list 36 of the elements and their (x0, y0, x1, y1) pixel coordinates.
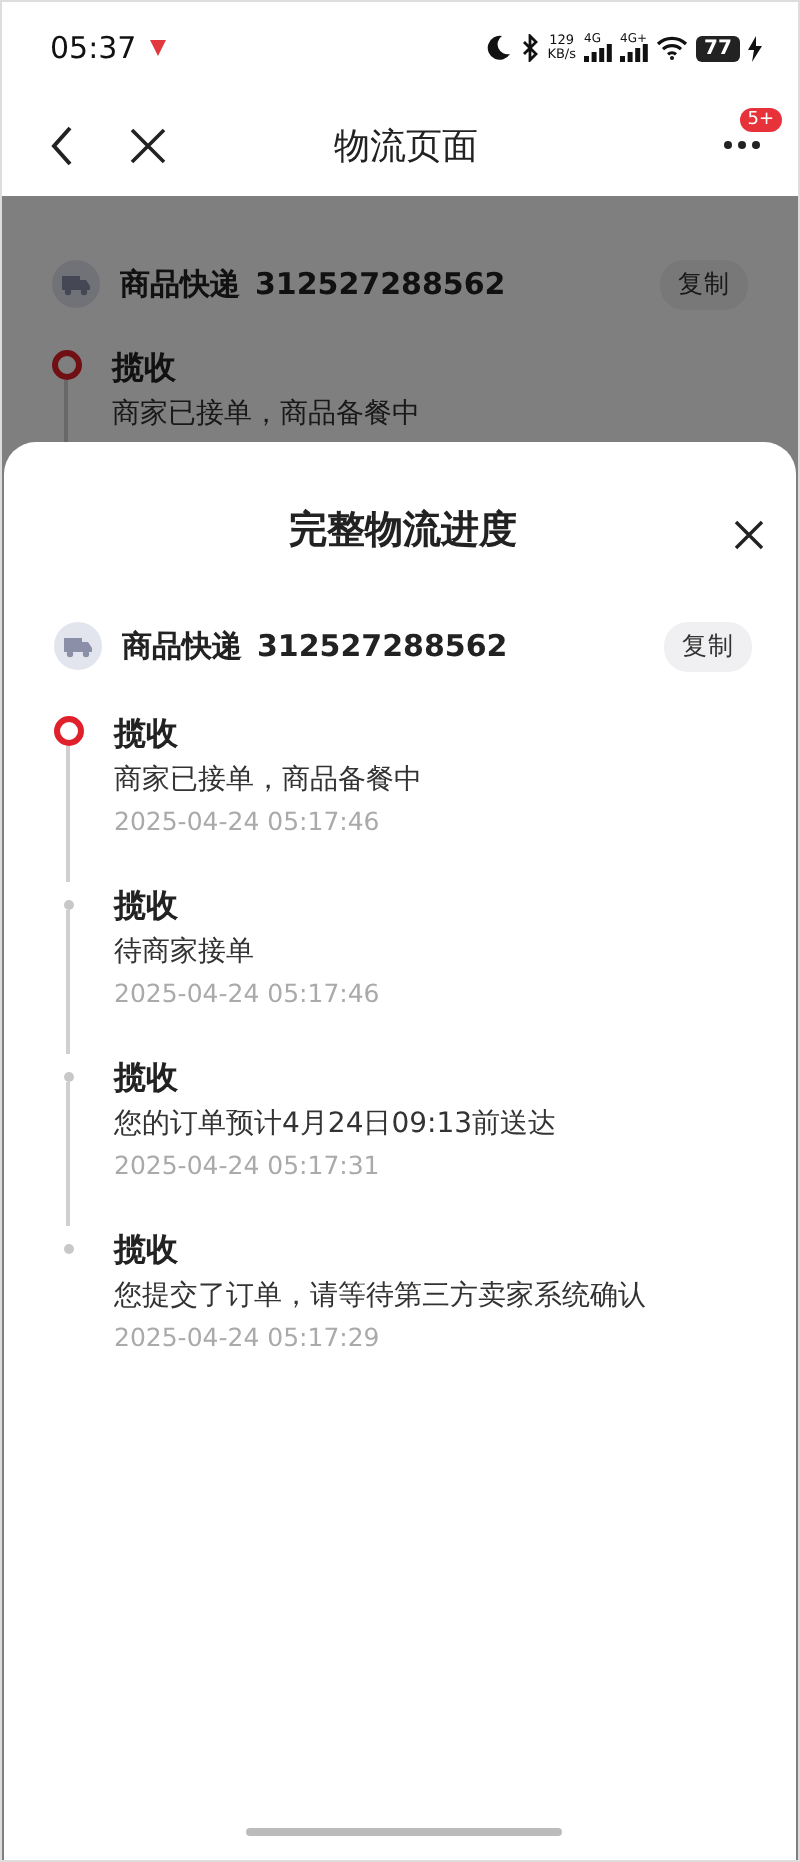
event-description: 您提交了订单，请等待第三方卖家系统确认 (114, 1278, 646, 1316)
back-icon (50, 125, 74, 165)
page-title: 物流页面 (334, 123, 478, 169)
tracking-number: 商品快递 312527288562 (120, 265, 508, 303)
event-title: 揽收 (114, 1228, 180, 1272)
bluetooth-icon (519, 34, 540, 62)
copy-button[interactable]: 复制 (660, 259, 748, 309)
event-title: 揽收 (114, 1056, 180, 1100)
event-description: 您的订单预计4月24日09:13前送达 (114, 1106, 557, 1144)
clock-time: 05:37 (50, 30, 137, 66)
close-icon (734, 520, 764, 550)
tracking-number: 商品快递 312527288562 (122, 627, 510, 665)
event-time: 2025-04-24 05:17:31 (114, 1148, 382, 1184)
signal-icon (620, 44, 648, 62)
event-time: 2025-04-24 05:17:46 (114, 804, 382, 840)
notification-badge: 5+ (739, 108, 782, 132)
signal-icon (584, 44, 612, 62)
event-time: 2025-04-24 05:17:46 (114, 976, 380, 1012)
event-title: 揽收 (114, 884, 180, 928)
truck-icon (54, 622, 102, 670)
event-description: 商家已接单，商品备餐中 (112, 396, 420, 434)
moon-icon (483, 34, 512, 62)
event-description: 商家已接单，商品备餐中 (114, 762, 422, 800)
event-title: 揽收 (112, 346, 178, 390)
more-icon (722, 140, 762, 150)
event-time: 2025-04-24 05:17:29 (114, 1320, 382, 1356)
wifi-icon (656, 36, 688, 60)
battery-level: 77 (704, 37, 732, 59)
truck-icon (52, 260, 100, 308)
charging-icon (748, 35, 762, 61)
close-icon (130, 127, 166, 163)
sheet-title: 完整物流进度 (289, 506, 517, 556)
copy-button[interactable]: 复制 (664, 621, 752, 671)
event-description: 待商家接单 (114, 934, 256, 972)
notification-icon (148, 38, 169, 58)
event-title: 揽收 (114, 712, 180, 756)
